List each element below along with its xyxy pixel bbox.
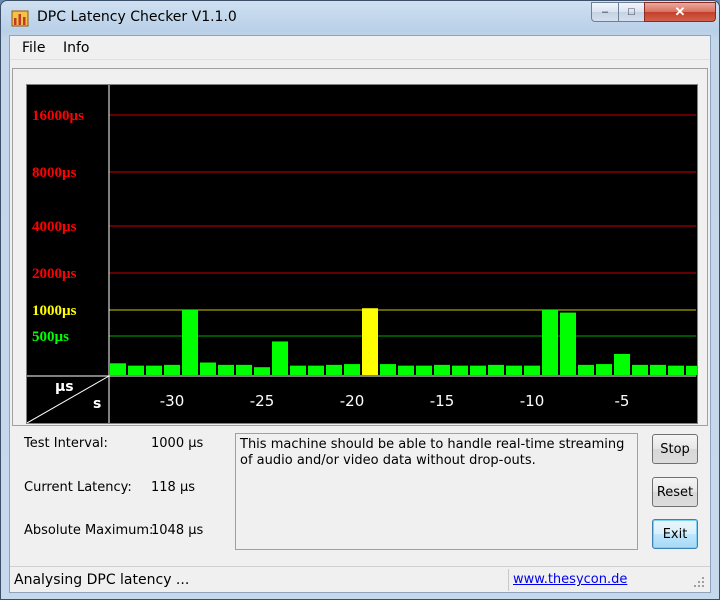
x-tick-label-2: -20 [340,392,365,410]
bar-7 [236,364,252,375]
absolute-maximum-value: 1048 µs [151,523,204,538]
menu-file[interactable]: File [22,40,45,56]
x-tick-label-5: -5 [615,392,630,410]
status-bar: Analysing DPC latency ... www.thesycon.d… [10,566,710,592]
bar-11 [308,365,324,375]
status-separator [508,569,509,591]
menu-info[interactable]: Info [63,40,90,56]
current-latency-value: 118 µs [151,480,195,495]
x-tick-label-1: -25 [250,392,275,410]
bar-12 [326,364,342,375]
y-tick-label-2000: 2000µs [32,266,77,282]
bar-4 [182,310,198,375]
bar-0 [110,363,126,375]
current-latency-label: Current Latency: [24,480,132,495]
app-window: DPC Latency Checker V1.1.0 – □ ✕ File In… [0,0,720,600]
latency-chart: 16000µs 8000µs 4000µs 2000µs 1000µs 500µs µs s -… [26,84,698,424]
window-title: DPC Latency Checker V1.1.0 [37,9,237,25]
bar-9 [272,341,288,375]
bar-24 [542,310,558,375]
bar-19 [452,365,468,375]
x-tick-label-3: -15 [430,392,455,410]
bar-18 [434,364,450,375]
stop-button[interactable]: Stop [652,434,698,464]
bar-26 [578,364,594,375]
y-tick-label-8000: 8000µs [32,165,77,181]
y-tick-label-500: 500µs [32,329,69,345]
absolute-maximum-label: Absolute Maximum: [24,523,154,538]
maximize-button[interactable]: □ [618,2,645,22]
bar-2 [146,365,162,375]
bar-30 [650,364,666,375]
bar-25 [560,312,576,375]
bar-17 [416,365,432,375]
test-interval-label: Test Interval: [24,436,108,451]
result-message: This machine should be able to handle re… [235,433,638,550]
y-tick-label-4000: 4000µs [32,219,77,235]
x-tick-label-4: -10 [520,392,545,410]
client-area: File Info 16000µs 8000µs 4000µs 2000µs 1000µ… [9,35,711,593]
website-link[interactable]: www.thesycon.de [513,572,627,587]
menu-bar: File Info [10,36,710,60]
bar-32 [686,365,697,375]
bar-14 [362,308,378,375]
exit-button[interactable]: Exit [652,519,698,549]
status-text: Analysing DPC latency ... [14,572,190,588]
bar-29 [632,364,648,375]
bar-28 [614,353,630,375]
bar-22 [506,365,522,375]
test-interval-value: 1000 µs [151,436,204,451]
bar-3 [164,364,180,375]
x-tick-label-0: -30 [160,392,185,410]
bar-5 [200,362,216,375]
latency-chart-svg: 16000µs 8000µs 4000µs 2000µs 1000µs 500µs µs s -… [27,85,697,423]
bar-6 [218,364,234,375]
bar-13 [344,364,360,375]
reset-button[interactable]: Reset [652,477,698,507]
corner-label-us: µs [55,379,74,395]
app-icon [11,10,29,27]
bar-23 [524,365,540,375]
resize-grip-icon[interactable] [690,573,706,589]
close-button[interactable]: ✕ [644,2,716,22]
bar-21 [488,364,504,375]
y-tick-label-16000: 16000µs [32,108,84,124]
bar-15 [380,364,396,375]
bar-16 [398,365,414,375]
bar-20 [470,365,486,375]
corner-label-s: s [93,396,101,412]
bar-1 [128,365,144,375]
bar-27 [596,364,612,375]
bar-31 [668,365,684,375]
title-bar[interactable]: DPC Latency Checker V1.1.0 – □ ✕ [1,1,719,35]
y-tick-label-1000: 1000µs [32,303,77,319]
bar-10 [290,365,306,375]
bar-8 [254,367,270,375]
minimize-button[interactable]: – [591,2,619,22]
